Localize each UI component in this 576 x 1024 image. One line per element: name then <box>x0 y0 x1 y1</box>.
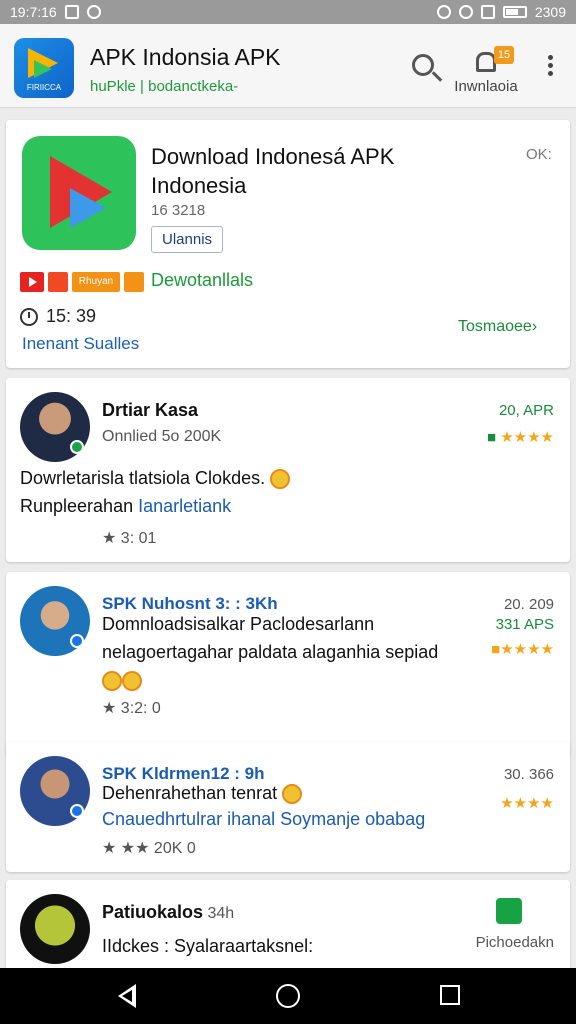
featured-app-icon <box>22 136 136 250</box>
post-hashtag-link[interactable]: Ianarletiank <box>138 496 231 516</box>
post-text-line: Dehenrahethan tenrat <box>102 783 278 803</box>
rating-stars: ★★★★ <box>500 795 554 812</box>
sync-icon <box>86 5 101 19</box>
emoji-icon <box>282 784 303 805</box>
post-time: 34h <box>203 905 235 922</box>
notifications-label: Inwnlaoia <box>454 78 518 95</box>
status-bar: 19:7:16 2309 <box>0 0 576 24</box>
post-hashtag-link[interactable]: Cnauedhrtulrar ihanal Soymanje obabag <box>102 806 462 832</box>
post-rating: ■ ★★★★ <box>487 428 554 446</box>
featured-downloads-label: Dewotanllals <box>151 270 254 290</box>
post-date: 20, APR <box>498 402 554 419</box>
orange-square-badge <box>124 272 144 292</box>
post-meta-value: ★★ 20K 0 <box>120 840 196 857</box>
status-right-text: 2309 <box>534 4 566 20</box>
battery-icon <box>502 6 527 18</box>
badge-row: Rhuyan <box>20 272 144 292</box>
star-icon: ★ <box>102 530 121 547</box>
rating-stars: ★★★★ <box>500 641 554 658</box>
app-icon[interactable] <box>496 898 522 924</box>
post-text: IIdckes : Syalaraartaksnel: <box>102 932 442 960</box>
rating-badge-icon: ■ <box>491 641 501 658</box>
gmail-icon <box>64 5 79 19</box>
post-text-line: Domnloadsisalkar Paclodesarlann nelagoer… <box>102 614 439 662</box>
verified-icon <box>70 440 84 454</box>
navigation-bar <box>0 968 576 1024</box>
emoji-icon <box>122 671 142 692</box>
post-meta: ★ ★★ 20K 0 <box>102 838 196 858</box>
emoji-icon <box>270 469 291 490</box>
app-bar: FIRIICCA APK Indonsia APK huPkle | bodan… <box>0 24 576 108</box>
post-author[interactable]: Drtiar Kasa <box>102 400 198 421</box>
signal-icon <box>480 5 495 19</box>
back-icon[interactable] <box>116 984 136 1008</box>
verified-icon <box>70 634 84 648</box>
red-badge <box>48 272 68 292</box>
post-subtitle: Onnlied 5o 200K <box>102 428 222 445</box>
post-card[interactable]: SPK Nuhosnt 3: : 3Kh 20. 209 331 APS ■★★… <box>6 572 570 756</box>
clock-icon <box>20 308 38 326</box>
post-card[interactable]: Drtiar Kasa Onnlied 5o 200K 20, APR ■ ★★… <box>6 378 570 562</box>
star-icon: ★ <box>102 840 121 857</box>
rating-badge-icon: ■ <box>486 429 501 446</box>
home-icon[interactable] <box>276 984 300 1008</box>
post-meta: ★ 3: 01 <box>102 528 156 548</box>
featured-ok-label: OK: <box>526 146 552 163</box>
featured-chip-button[interactable]: Ulannis <box>151 226 224 253</box>
recent-apps-icon[interactable] <box>440 985 460 1005</box>
star-icon: ★ <box>102 700 121 717</box>
app-title: APK Indonsia APK <box>90 44 281 70</box>
wifi-icon <box>458 5 473 19</box>
post-text-line: Dowrletarisla tlatsiola Clokdes. <box>20 468 266 488</box>
more-icon <box>547 55 553 60</box>
featured-time: 15: 39 <box>46 306 97 326</box>
post-meta-value: 3:2: 0 <box>120 700 161 717</box>
more-options-button[interactable] <box>538 52 562 84</box>
app-subtitle: huPkle | bodanctkeka- <box>90 78 239 95</box>
notifications-button[interactable]: 15 Inwnlaoia <box>446 44 526 108</box>
featured-app-card[interactable]: Download Indonesá APK Indonesia OK: 16 3… <box>6 120 570 368</box>
orange-badge: Rhuyan <box>72 272 120 292</box>
post-card[interactable]: SPK Kldrmen12 : 9h 30. 366 ★★★★ Dehenrah… <box>6 742 570 872</box>
app-logo[interactable]: FIRIICCA <box>14 38 74 98</box>
featured-link[interactable]: Inenant Sualles <box>22 334 139 354</box>
post-meta-value: 3: 01 <box>120 530 157 547</box>
featured-app-title: Download Indonesá APK Indonesia <box>151 144 395 198</box>
post-text: Dehenrahethan tenrat Cnauedhrtulrar ihan… <box>102 780 462 832</box>
featured-action-link[interactable]: Tosmaoee› <box>458 318 537 336</box>
post-date: 20. 209 <box>503 596 554 613</box>
post-author[interactable]: Patiuokalos 34h <box>102 902 234 923</box>
post-text: Domnloadsisalkar Paclodesarlann nelagoer… <box>102 610 442 694</box>
status-time: 19:7:16 <box>10 4 57 20</box>
post-meta: ★ 3:2: 0 <box>102 698 161 718</box>
search-button[interactable] <box>406 48 446 88</box>
featured-version: 16 3218 <box>151 202 206 219</box>
post-date-secondary: 331 APS <box>495 616 554 633</box>
verified-icon <box>70 804 84 818</box>
post-card[interactable]: Patiuokalos 34h IIdckes : Syalaraartaksn… <box>6 880 570 970</box>
emoji-icon <box>102 671 122 692</box>
post-rating: ■★★★★ <box>491 640 554 658</box>
post-side-label: Pichoedakn <box>475 934 554 951</box>
post-date: 30. 366 <box>503 766 554 783</box>
avatar[interactable] <box>20 894 90 964</box>
post-text-line: Runpleerahan <box>20 496 139 516</box>
post-author-name: Patiuokalos <box>102 902 204 922</box>
notification-badge: 15 <box>494 46 514 64</box>
logo-text: FIRIICCA <box>26 83 62 92</box>
rating-stars: ★★★★ <box>500 429 554 446</box>
location-icon <box>436 5 451 19</box>
post-text-line: IIdckes : Syalaraartaksnel: <box>102 936 314 956</box>
bell-icon <box>476 52 496 72</box>
youtube-icon <box>20 272 44 292</box>
post-rating: ★★★★ <box>500 794 554 812</box>
post-text: Dowrletarisla tlatsiola Clokdes. Runplee… <box>20 464 440 520</box>
